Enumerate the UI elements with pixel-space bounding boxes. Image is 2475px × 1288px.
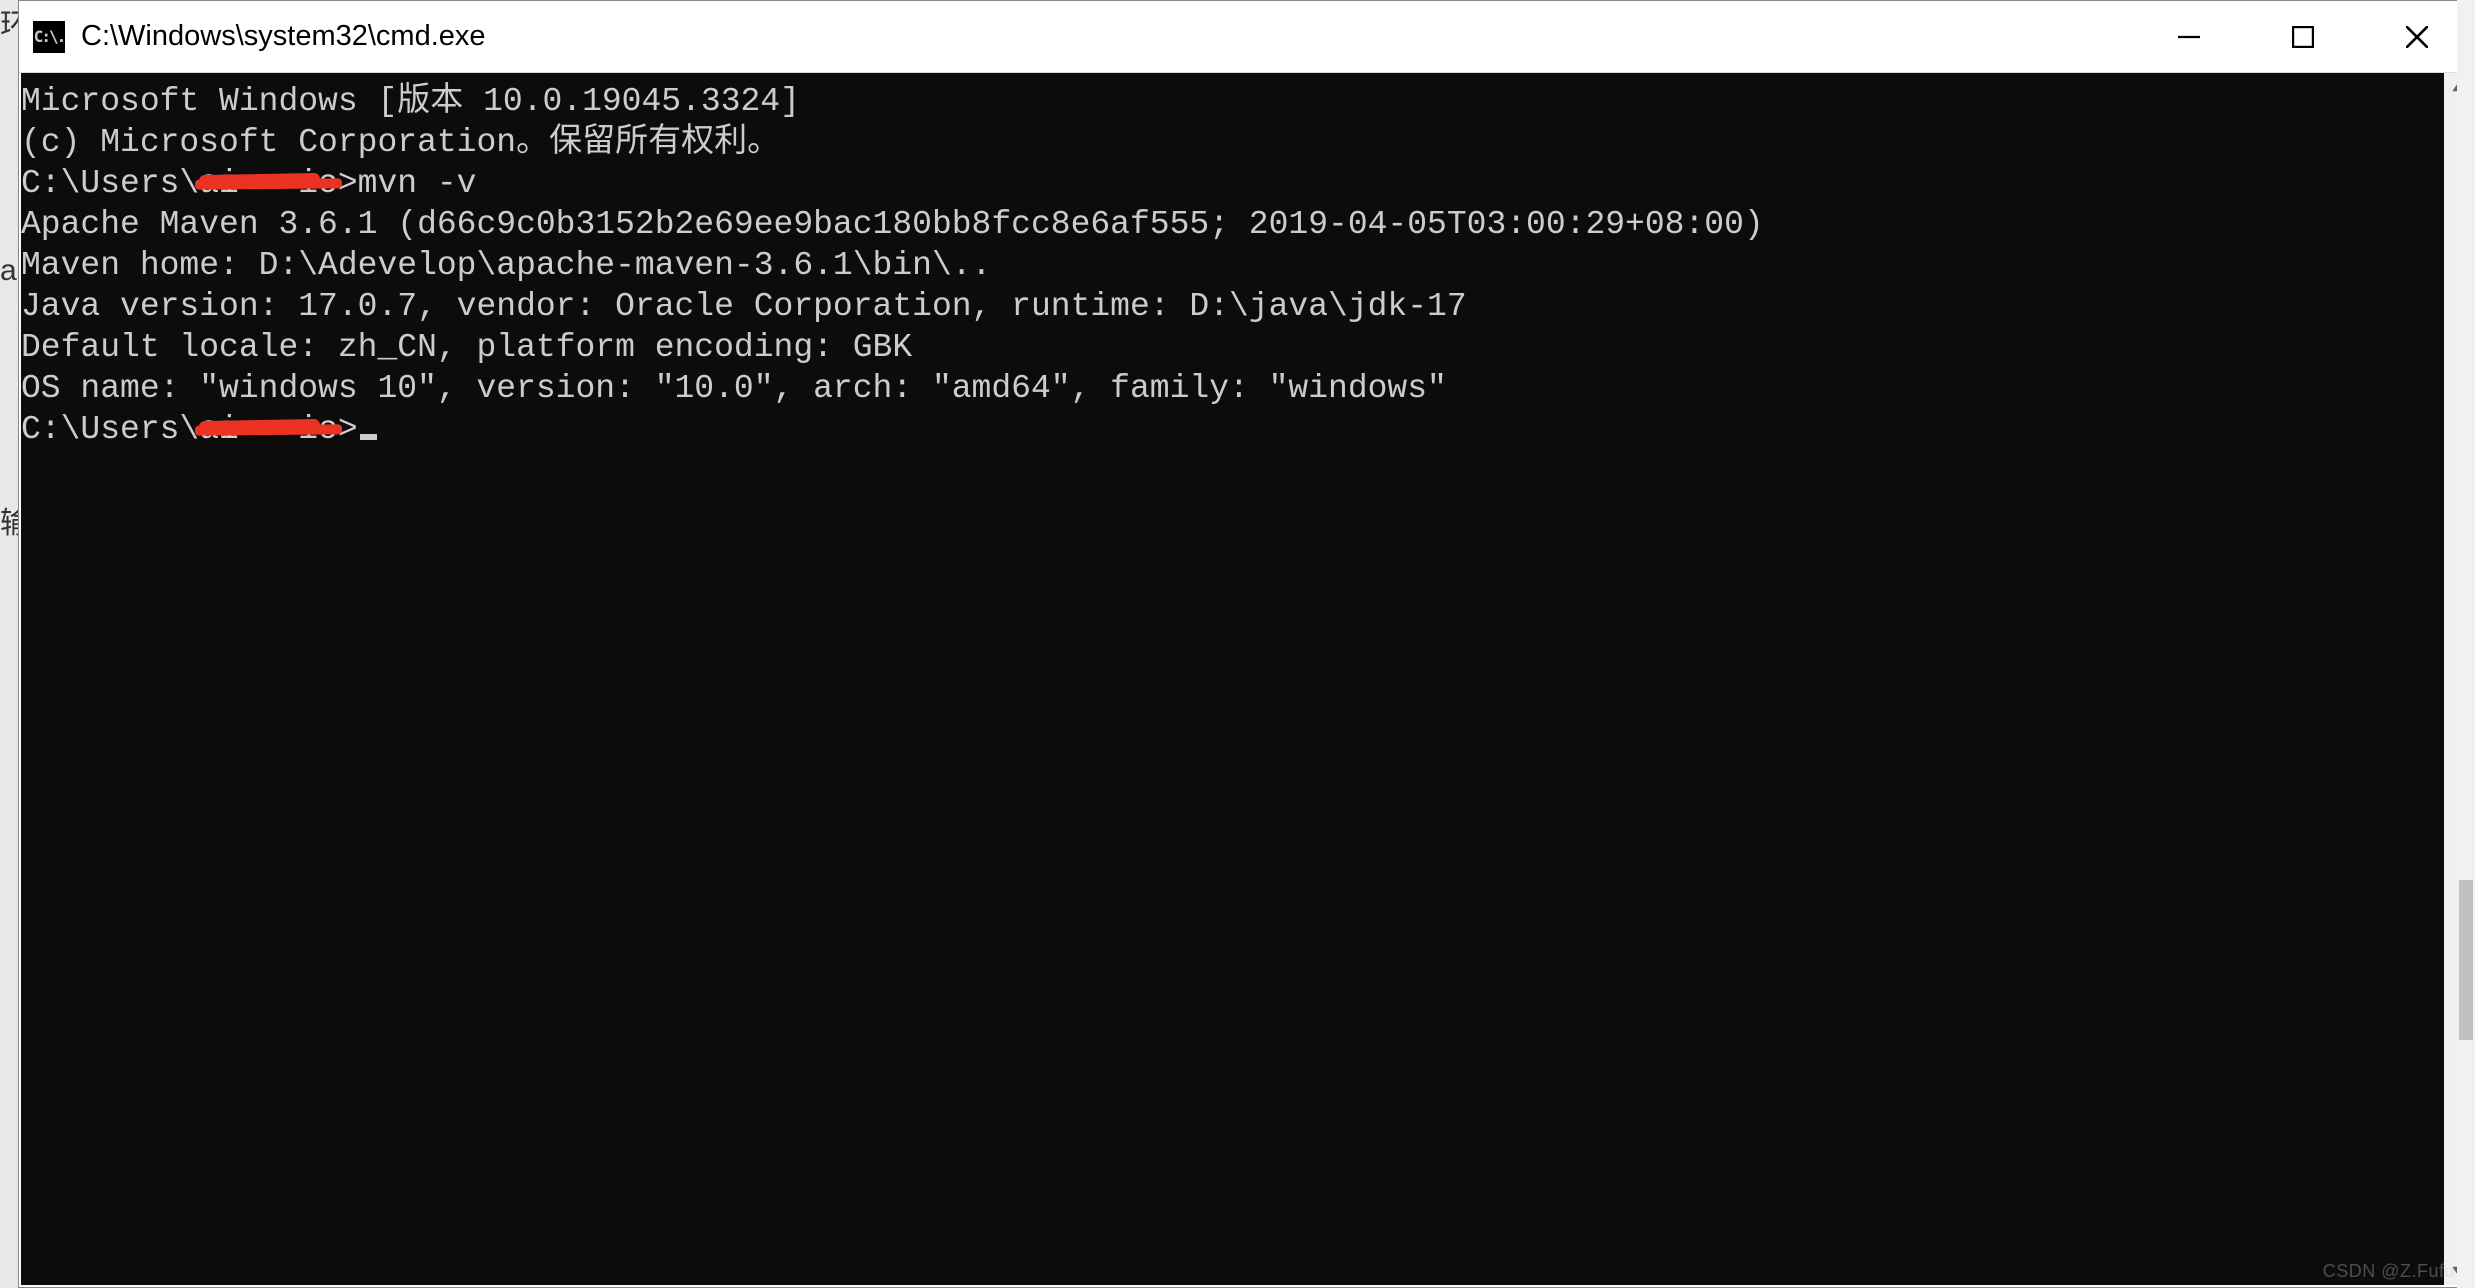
redacted-username: ai ic [199,409,338,450]
terminal-output[interactable]: Microsoft Windows [版本 10.0.19045.3324](c… [21,73,2444,1285]
output-line: Java version: 17.0.7, vendor: Oracle Cor… [21,286,2444,327]
window-title: C:\Windows\system32\cmd.exe [81,20,2132,53]
output-line: (c) Microsoft Corporation。保留所有权利。 [21,122,2444,163]
terminal-cursor [360,434,377,440]
cmd-window: C:\. C:\Windows\system32\cmd.exe Microso… [18,0,2475,1288]
output-line: OS name: "windows 10", version: "10.0", … [21,368,2444,409]
output-line: Microsoft Windows [版本 10.0.19045.3324] [21,81,2444,122]
page-scrollbar[interactable] [2457,0,2475,1288]
terminal-area: Microsoft Windows [版本 10.0.19045.3324](c… [21,73,2472,1285]
titlebar[interactable]: C:\. C:\Windows\system32\cmd.exe [19,1,2474,73]
output-line: Maven home: D:\Adevelop\apache-maven-3.6… [21,245,2444,286]
minimize-button[interactable] [2132,1,2246,72]
output-line: Default locale: zh_CN, platform encoding… [21,327,2444,368]
page-scroll-thumb[interactable] [2459,880,2473,1040]
prompt-line: C:\Users\ai ic>mvn -v [21,163,2444,204]
maximize-button[interactable] [2246,1,2360,72]
window-controls [2132,1,2474,72]
cmd-icon: C:\. [33,21,65,53]
output-line: Apache Maven 3.6.1 (d66c9c0b3152b2e69ee9… [21,204,2444,245]
prompt-line: C:\Users\ai ic> [21,409,2444,450]
watermark: CSDN @Z.Fufu [2323,1261,2455,1282]
redacted-username: ai ic [199,163,338,204]
